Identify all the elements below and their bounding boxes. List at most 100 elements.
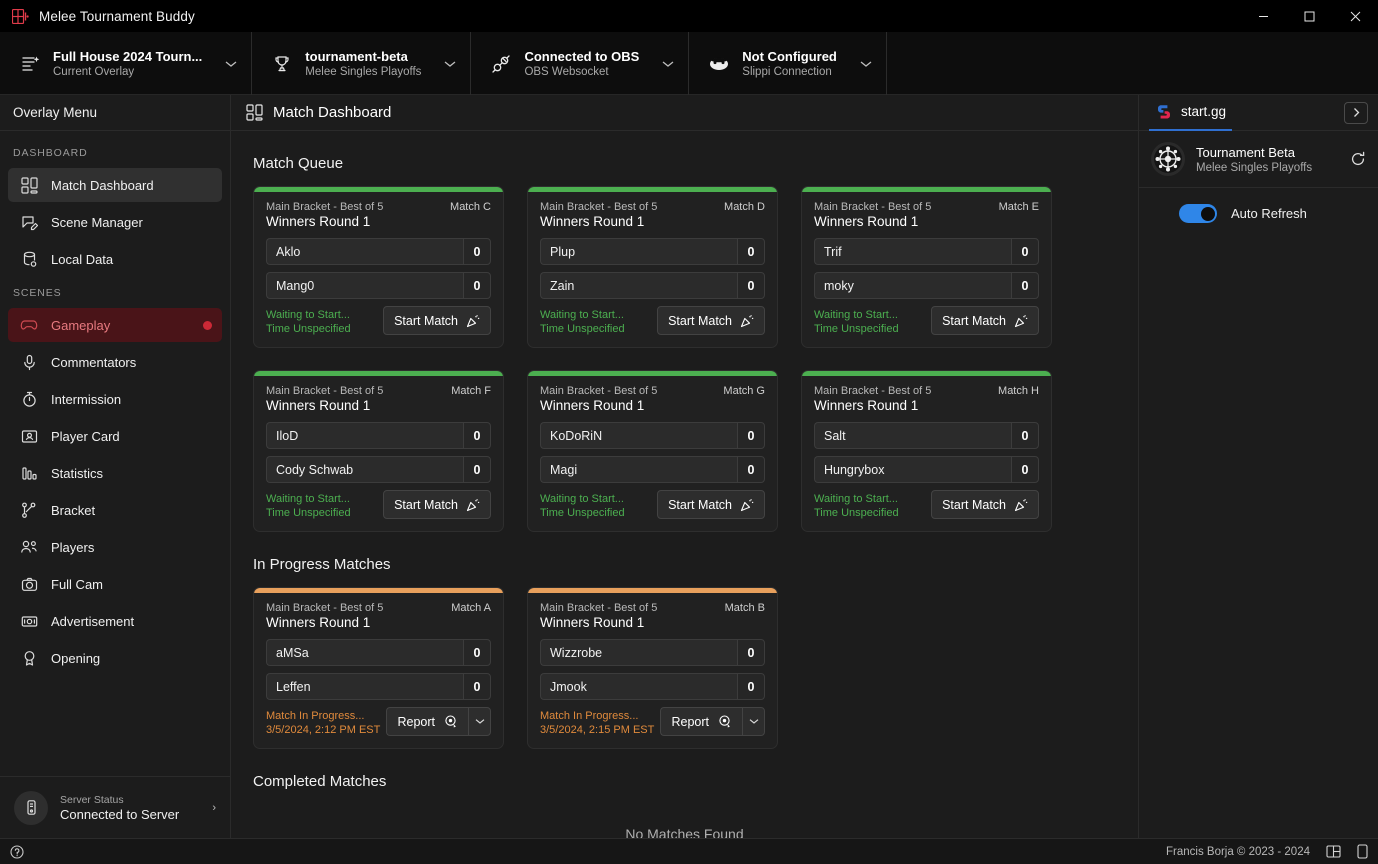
- match-card[interactable]: Main Bracket - Best of 5 Match E Winners…: [801, 186, 1052, 348]
- player-name-field[interactable]: Zain: [540, 272, 737, 299]
- player-score-field[interactable]: 0: [463, 238, 491, 265]
- device-icon[interactable]: [1357, 844, 1368, 859]
- player-score-field[interactable]: 0: [1011, 422, 1039, 449]
- report-dropdown-button[interactable]: [468, 707, 491, 736]
- player-name-field[interactable]: Aklo: [266, 238, 463, 265]
- chevron-down-icon[interactable]: [225, 60, 237, 68]
- player-row[interactable]: Hungrybox 0: [814, 456, 1039, 483]
- match-card[interactable]: Main Bracket - Best of 5 Match F Winners…: [253, 370, 504, 532]
- layout-panel-icon[interactable]: [1326, 844, 1341, 859]
- player-name-field[interactable]: Leffen: [266, 673, 463, 700]
- expand-panel-button[interactable]: [1344, 101, 1368, 124]
- player-row[interactable]: Jmook 0: [540, 673, 765, 700]
- player-name-field[interactable]: Mang0: [266, 272, 463, 299]
- player-row[interactable]: Magi 0: [540, 456, 765, 483]
- player-score-field[interactable]: 0: [1011, 238, 1039, 265]
- match-card[interactable]: Main Bracket - Best of 5 Match B Winners…: [527, 587, 778, 749]
- sidebar-item-advertisement[interactable]: Advertisement: [8, 604, 222, 638]
- sidebar-item-statistics[interactable]: Statistics: [8, 456, 222, 490]
- player-row[interactable]: Plup 0: [540, 238, 765, 265]
- chevron-down-icon[interactable]: [444, 60, 456, 68]
- sidebar-item-full-cam[interactable]: Full Cam: [8, 567, 222, 601]
- player-name-field[interactable]: IloD: [266, 422, 463, 449]
- player-name-field[interactable]: aMSa: [266, 639, 463, 666]
- player-row[interactable]: Zain 0: [540, 272, 765, 299]
- player-score-field[interactable]: 0: [463, 673, 491, 700]
- toolbar-obs-status[interactable]: Connected to OBS OBS Websocket: [471, 32, 690, 95]
- player-name-field[interactable]: Jmook: [540, 673, 737, 700]
- sidebar-item-match-dashboard[interactable]: Match Dashboard: [8, 168, 222, 202]
- start-match-button[interactable]: Start Match: [383, 490, 491, 519]
- sidebar-item-players[interactable]: Players: [8, 530, 222, 564]
- player-score-field[interactable]: 0: [737, 422, 765, 449]
- player-score-field[interactable]: 0: [737, 673, 765, 700]
- sidebar-item-scene-manager[interactable]: Scene Manager: [8, 205, 222, 239]
- player-row[interactable]: Wizzrobe 0: [540, 639, 765, 666]
- auto-refresh-toggle[interactable]: [1179, 204, 1217, 223]
- card-header-row: Main Bracket - Best of 5 Match C: [266, 201, 491, 213]
- player-row[interactable]: KoDoRiN 0: [540, 422, 765, 449]
- sidebar-item-opening[interactable]: Opening: [8, 641, 222, 675]
- start-match-button[interactable]: Start Match: [657, 306, 765, 335]
- maximize-button[interactable]: [1286, 0, 1332, 32]
- player-score-field[interactable]: 0: [463, 456, 491, 483]
- player-row[interactable]: Leffen 0: [266, 673, 491, 700]
- match-card[interactable]: Main Bracket - Best of 5 Match D Winners…: [527, 186, 778, 348]
- chevron-down-icon[interactable]: [662, 60, 674, 68]
- player-score-field[interactable]: 0: [463, 272, 491, 299]
- player-row[interactable]: Trif 0: [814, 238, 1039, 265]
- player-score-field[interactable]: 0: [1011, 456, 1039, 483]
- chevron-down-icon[interactable]: [860, 60, 872, 68]
- match-card[interactable]: Main Bracket - Best of 5 Match G Winners…: [527, 370, 778, 532]
- player-name-field[interactable]: Cody Schwab: [266, 456, 463, 483]
- match-card[interactable]: Main Bracket - Best of 5 Match C Winners…: [253, 186, 504, 348]
- tournament-summary[interactable]: Tournament Beta Melee Singles Playoffs: [1139, 131, 1378, 188]
- match-card[interactable]: Main Bracket - Best of 5 Match H Winners…: [801, 370, 1052, 532]
- sidebar-item-bracket[interactable]: Bracket: [8, 493, 222, 527]
- toolbar-overlay-selector[interactable]: Full House 2024 Tourn... Current Overlay: [0, 32, 253, 95]
- tab-startgg[interactable]: start.gg: [1149, 95, 1233, 131]
- match-card[interactable]: Main Bracket - Best of 5 Match A Winners…: [253, 587, 504, 749]
- player-row[interactable]: IloD 0: [266, 422, 491, 449]
- player-row[interactable]: moky 0: [814, 272, 1039, 299]
- minimize-button[interactable]: [1240, 0, 1286, 32]
- start-match-button[interactable]: Start Match: [931, 306, 1039, 335]
- sidebar-item-player-card[interactable]: Player Card: [8, 419, 222, 453]
- player-score-field[interactable]: 0: [1011, 272, 1039, 299]
- player-score-field[interactable]: 0: [737, 272, 765, 299]
- player-score-field[interactable]: 0: [463, 422, 491, 449]
- start-match-button[interactable]: Start Match: [383, 306, 491, 335]
- sidebar-item-local-data[interactable]: Local Data: [8, 242, 222, 276]
- player-name-field[interactable]: Plup: [540, 238, 737, 265]
- player-name-field[interactable]: KoDoRiN: [540, 422, 737, 449]
- start-match-button[interactable]: Start Match: [931, 490, 1039, 519]
- server-status-card[interactable]: Server Status Connected to Server ›: [8, 790, 222, 825]
- player-name-field[interactable]: moky: [814, 272, 1011, 299]
- player-score-field[interactable]: 0: [737, 639, 765, 666]
- player-score-field[interactable]: 0: [737, 456, 765, 483]
- sidebar-item-gameplay[interactable]: Gameplay: [8, 308, 222, 342]
- report-button[interactable]: Report: [660, 707, 742, 736]
- player-name-field[interactable]: Wizzrobe: [540, 639, 737, 666]
- help-circle-icon[interactable]: [10, 844, 24, 859]
- sidebar-item-intermission[interactable]: Intermission: [8, 382, 222, 416]
- player-row[interactable]: Cody Schwab 0: [266, 456, 491, 483]
- player-row[interactable]: Aklo 0: [266, 238, 491, 265]
- player-name-field[interactable]: Salt: [814, 422, 1011, 449]
- toolbar-slippi-status[interactable]: Not Configured Slippi Connection: [689, 32, 887, 95]
- player-score-field[interactable]: 0: [463, 639, 491, 666]
- player-row[interactable]: aMSa 0: [266, 639, 491, 666]
- start-match-button[interactable]: Start Match: [657, 490, 765, 519]
- toolbar-tournament-selector[interactable]: tournament-beta Melee Singles Playoffs: [252, 32, 472, 95]
- sidebar-item-commentators[interactable]: Commentators: [8, 345, 222, 379]
- player-name-field[interactable]: Hungrybox: [814, 456, 1011, 483]
- refresh-icon[interactable]: [1350, 151, 1366, 167]
- player-name-field[interactable]: Trif: [814, 238, 1011, 265]
- close-button[interactable]: [1332, 0, 1378, 32]
- report-button[interactable]: Report: [386, 707, 468, 736]
- player-row[interactable]: Salt 0: [814, 422, 1039, 449]
- player-row[interactable]: Mang0 0: [266, 272, 491, 299]
- player-score-field[interactable]: 0: [737, 238, 765, 265]
- report-dropdown-button[interactable]: [742, 707, 765, 736]
- player-name-field[interactable]: Magi: [540, 456, 737, 483]
